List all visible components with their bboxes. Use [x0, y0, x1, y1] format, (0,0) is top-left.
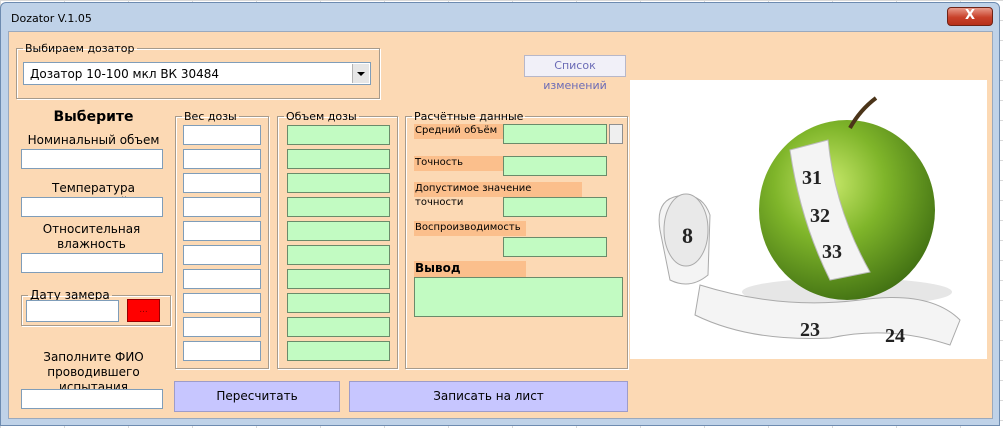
- volume-output-10: [287, 341, 390, 361]
- recalculate-button[interactable]: Пересчитать: [174, 381, 340, 412]
- weight-input-3[interactable]: [183, 173, 261, 193]
- tape-number-31: 31: [802, 167, 822, 189]
- weight-input-5[interactable]: [183, 221, 261, 241]
- close-button[interactable]: X: [947, 7, 993, 26]
- allowed-accuracy-label: Допустимое значение точности: [414, 182, 582, 208]
- weight-input-2[interactable]: [183, 149, 261, 169]
- volumes-group-legend: Объем дозы: [286, 110, 357, 123]
- accuracy-output: [503, 156, 607, 176]
- calc-group-legend: Расчётные данные: [414, 110, 524, 123]
- conclusion-output: [414, 277, 623, 317]
- reproducibility-label: Воспроизводимость: [414, 221, 526, 236]
- chevron-down-icon: [357, 72, 365, 76]
- volume-output-6: [287, 245, 390, 265]
- fio-input[interactable]: [21, 389, 163, 409]
- weight-input-8[interactable]: [183, 293, 261, 313]
- weight-input-6[interactable]: [183, 245, 261, 265]
- changes-list-button[interactable]: Список изменений: [524, 55, 626, 92]
- nominal-volume-label: Номинальный объем: [27, 133, 160, 147]
- volume-output-7: [287, 269, 390, 289]
- weight-input-4[interactable]: [183, 197, 261, 217]
- tape-number-23: 23: [800, 319, 820, 341]
- form-client-area: Выбираем дозатор Дозатор 10-100 мкл ВК 3…: [8, 31, 993, 419]
- humidity-label: Относительная влажность: [42, 222, 141, 251]
- weight-input-9[interactable]: [183, 317, 261, 337]
- weights-group-legend: Вес дозы: [184, 110, 237, 123]
- reproducibility-output: [503, 237, 607, 257]
- tape-number-8: 8: [682, 223, 693, 248]
- humidity-input[interactable]: [21, 253, 163, 273]
- dozator-group-legend: Выбираем дозатор: [25, 42, 135, 55]
- dropdown-button[interactable]: [352, 64, 369, 83]
- dozator-select[interactable]: Дозатор 10-100 мкл ВК 30484: [23, 62, 371, 85]
- volume-output-9: [287, 317, 390, 337]
- mean-volume-output: [503, 124, 607, 144]
- write-to-sheet-button[interactable]: Записать на лист: [349, 381, 628, 412]
- volume-output-2: [287, 149, 390, 169]
- volume-output-1: [287, 125, 390, 145]
- volume-output-4: [287, 197, 390, 217]
- apple-tape-image: 31 32 33 8 23 24: [630, 80, 987, 359]
- conclusion-label: Вывод: [414, 261, 526, 277]
- weight-input-1[interactable]: [183, 125, 261, 145]
- title-bar: Dozator V.1.05 X: [1, 3, 999, 31]
- tape-number-24: 24: [885, 325, 905, 347]
- close-icon: X: [964, 8, 976, 23]
- tape-number-32: 32: [810, 205, 830, 227]
- date-input[interactable]: [26, 300, 119, 322]
- temperature-input[interactable]: [21, 197, 163, 217]
- volume-output-3: [287, 173, 390, 193]
- weight-input-7[interactable]: [183, 269, 261, 289]
- nominal-volume-input[interactable]: [21, 149, 163, 169]
- allowed-accuracy-output: [503, 197, 607, 217]
- tape-number-33: 33: [822, 241, 842, 263]
- date-picker-button[interactable]: ...: [127, 299, 160, 322]
- choose-heading: Выберите: [53, 109, 134, 125]
- volume-output-8: [287, 293, 390, 313]
- apple-measuring-tape-illustration: 31 32 33 8 23 24: [658, 96, 961, 347]
- accuracy-label: Точность: [414, 156, 508, 171]
- weight-input-10[interactable]: [183, 341, 261, 361]
- mean-volume-extra-button[interactable]: [609, 124, 623, 144]
- window-title: Dozator V.1.05: [11, 12, 92, 25]
- mean-volume-label: Средний объём: [414, 124, 506, 139]
- volume-output-5: [287, 221, 390, 241]
- dialog-window: Dozator V.1.05 X Выбираем дозатор Дозато…: [0, 2, 1000, 426]
- dozator-select-value: Дозатор 10-100 мкл ВК 30484: [30, 67, 220, 81]
